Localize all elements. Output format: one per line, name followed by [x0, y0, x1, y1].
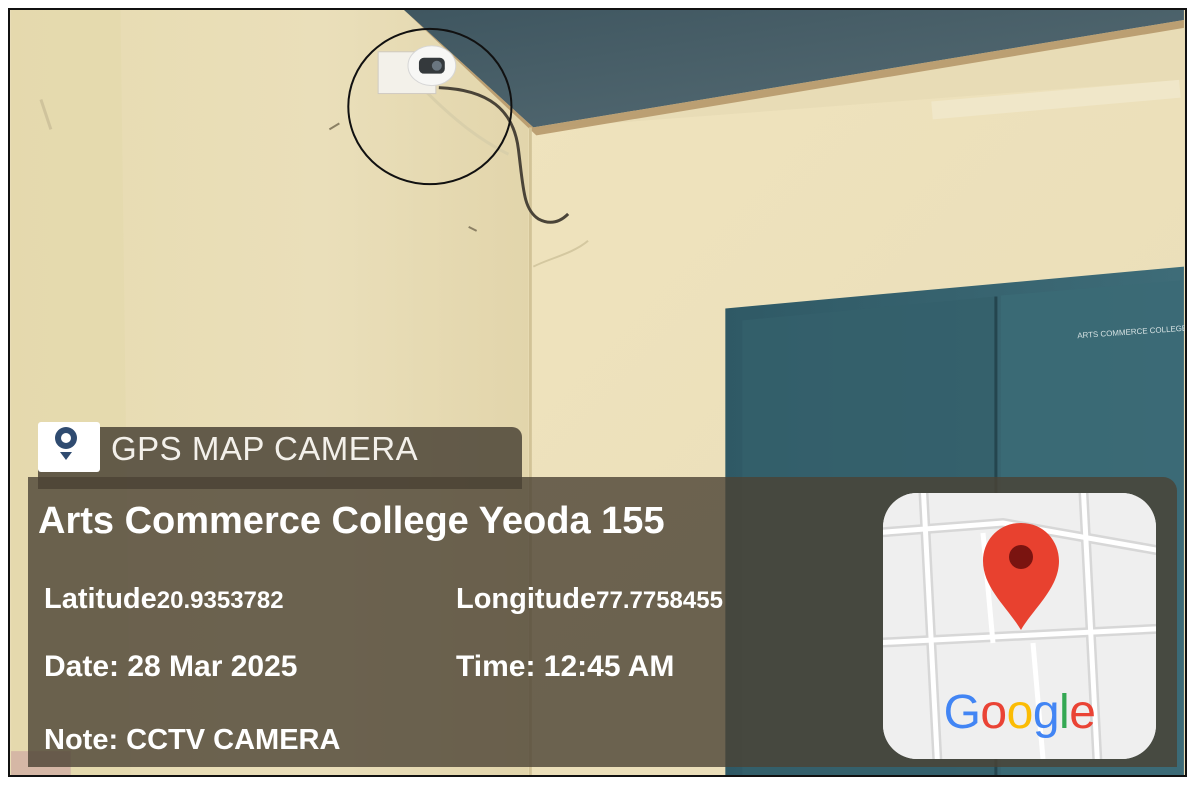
map-thumbnail: Google: [883, 493, 1156, 759]
google-letter: e: [1069, 686, 1096, 739]
google-letter: g: [1032, 686, 1060, 739]
latitude-value: 20.9353782: [156, 587, 284, 614]
google-wordmark: Google: [883, 685, 1156, 740]
place-name: Arts Commerce College Yeoda 155: [38, 500, 665, 542]
gps-map-camera-logo: [38, 422, 100, 472]
date-text: Date: 28 Mar 2025: [44, 650, 298, 683]
time-text: Time: 12:45 AM: [456, 650, 675, 683]
latitude-label: Latitude: [44, 583, 157, 615]
google-letter: G: [943, 686, 981, 739]
longitude-row: Longitude77.7758455: [456, 583, 723, 616]
longitude-label: Longitude: [456, 583, 597, 615]
google-letter: o: [980, 686, 1007, 739]
longitude-value: 77.7758455: [596, 587, 723, 614]
note-text: Note: CCTV CAMERA: [44, 724, 341, 756]
google-letter: l: [1059, 686, 1070, 739]
latitude-row: Latitude20.9353782: [44, 583, 284, 616]
brand-title: GPS MAP CAMERA: [111, 430, 419, 467]
google-letter: o: [1006, 686, 1034, 739]
